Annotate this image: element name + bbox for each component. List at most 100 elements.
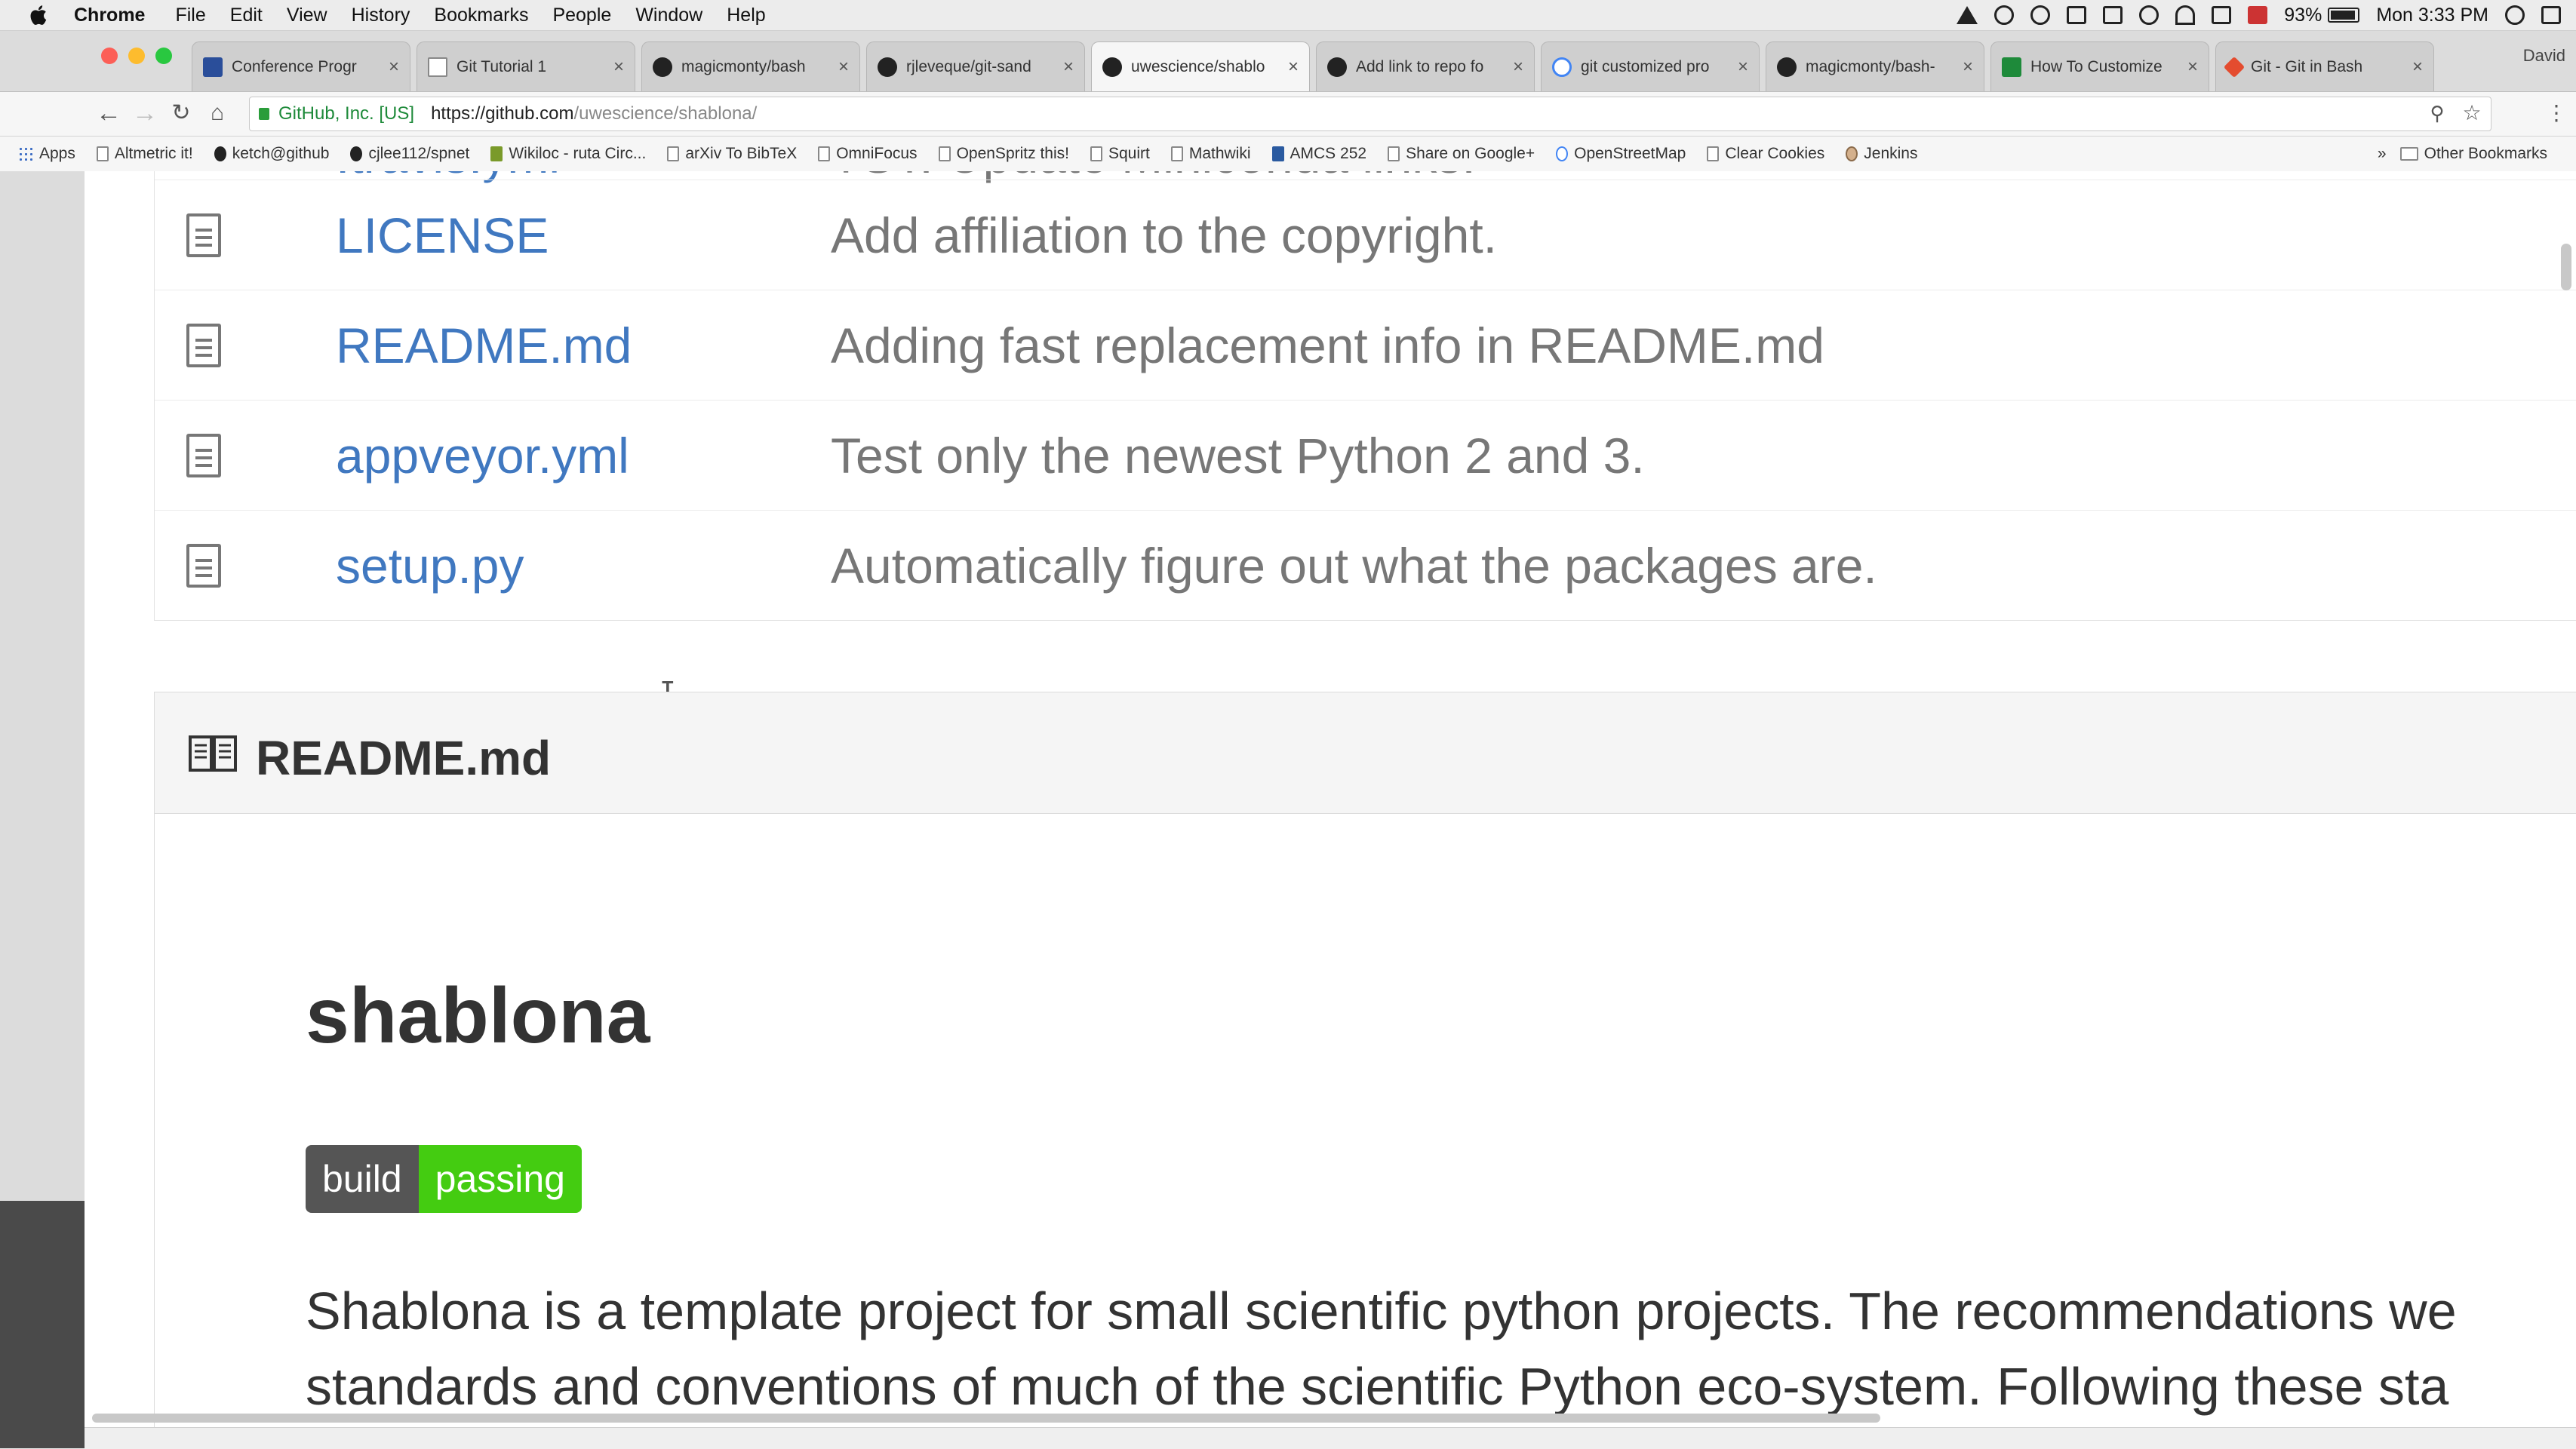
profile-button[interactable]: David	[2523, 46, 2565, 66]
tab-close-icon[interactable]: ×	[838, 57, 849, 78]
spotlight-search-icon[interactable]	[2505, 5, 2525, 25]
browser-tab[interactable]: magicmonty/bash- ×	[1766, 41, 1984, 91]
bookmark-item[interactable]: Wikiloc - ruta Circ...	[490, 145, 646, 163]
bookmark-label: OpenSpritz this!	[956, 145, 1069, 162]
bookmark-item[interactable]: ketch@github	[214, 145, 329, 163]
vertical-scrollbar[interactable]	[2561, 244, 2571, 290]
forward-arrow-icon[interactable]: →	[130, 98, 160, 128]
file-row[interactable]: .travis.yml TST: Update Miniconda links.	[155, 171, 2576, 183]
tab-close-icon[interactable]: ×	[389, 57, 399, 78]
github-icon	[214, 146, 226, 161]
flag-icon[interactable]	[2248, 6, 2268, 24]
browser-tab[interactable]: Conference Progr ×	[192, 41, 410, 91]
browser-tab[interactable]: rjleveque/git-sand ×	[866, 41, 1085, 91]
tab-close-icon[interactable]: ×	[1963, 57, 1973, 78]
zoom-window-button[interactable]	[155, 48, 172, 64]
zoom-icon[interactable]: ⚲	[2422, 98, 2452, 128]
volume-icon[interactable]	[2212, 6, 2232, 24]
wikiloc-icon	[490, 146, 503, 161]
window-bottom-edge	[85, 1427, 2576, 1449]
bookmark-item[interactable]: OmniFocus	[818, 145, 918, 163]
tab-close-icon[interactable]: ×	[1513, 57, 1523, 78]
bookmark-item[interactable]: Share on Google+	[1388, 145, 1535, 163]
file-name-link[interactable]: LICENSE	[336, 207, 549, 264]
menu-window[interactable]: Window	[635, 5, 702, 26]
bookmark-item[interactable]: OpenSpritz this!	[938, 145, 1069, 163]
browser-tab[interactable]: Git Tutorial 1 ×	[417, 41, 635, 91]
readme-panel: README.md shablona build passing Shablon…	[154, 692, 2576, 1427]
browser-tab-active[interactable]: uwescience/shablo ×	[1091, 41, 1310, 91]
drive-icon[interactable]	[1957, 6, 1978, 24]
chevron-double-right-icon[interactable]: »	[2378, 145, 2387, 163]
menu-history[interactable]: History	[352, 5, 410, 26]
bookmark-item[interactable]: Jenkins	[1846, 145, 1917, 163]
page-viewport[interactable]: .travis.yml TST: Update Miniconda links.…	[85, 171, 2576, 1427]
menu-help[interactable]: Help	[727, 5, 765, 26]
time-machine-icon[interactable]	[2139, 5, 2159, 25]
browser-tab[interactable]: Add link to repo fo ×	[1316, 41, 1535, 91]
bookmark-apps[interactable]: Apps	[18, 145, 75, 163]
bookmark-label: Clear Cookies	[1725, 145, 1825, 162]
minimize-window-button[interactable]	[128, 48, 145, 64]
bookmark-item[interactable]: arXiv To BibTeX	[667, 145, 797, 163]
tab-close-icon[interactable]: ×	[2412, 57, 2423, 78]
menu-edit[interactable]: Edit	[230, 5, 263, 26]
bookmark-star-icon[interactable]: ☆	[2457, 98, 2487, 128]
file-name-link[interactable]: appveyor.yml	[336, 427, 629, 484]
close-window-button[interactable]	[101, 48, 118, 64]
onepassword-icon[interactable]	[1994, 5, 2015, 25]
ev-certificate-label[interactable]: GitHub, Inc. [US]	[278, 103, 414, 124]
file-name-link[interactable]: setup.py	[336, 537, 524, 594]
shield-icon[interactable]	[2067, 6, 2087, 24]
timer-icon[interactable]	[2030, 5, 2051, 25]
tab-close-icon[interactable]: ×	[1738, 57, 1748, 78]
commit-message-link[interactable]: Adding fast replacement info in README.m…	[831, 317, 1824, 374]
commit-message-link[interactable]: Test only the newest Python 2 and 3.	[831, 427, 1645, 484]
google-icon	[1556, 146, 1569, 161]
bookmark-item[interactable]: Altmetric it!	[96, 145, 193, 163]
menu-bookmarks[interactable]: Bookmarks	[434, 5, 528, 26]
bookmark-item[interactable]: AMCS 252	[1271, 145, 1366, 163]
horizontal-scrollbar[interactable]	[92, 1414, 1880, 1423]
apple-menu-icon[interactable]	[27, 3, 51, 27]
file-row[interactable]: appveyor.yml Test only the newest Python…	[155, 400, 2576, 510]
airplay-icon[interactable]	[2103, 6, 2123, 24]
file-icon	[186, 433, 221, 477]
tab-close-icon[interactable]: ×	[613, 57, 624, 78]
file-row[interactable]: setup.py Automatically figure out what t…	[155, 510, 2576, 620]
browser-tab[interactable]: How To Customize ×	[1990, 41, 2209, 91]
bookmark-item[interactable]: Mathwiki	[1170, 145, 1251, 163]
file-name-link[interactable]: README.md	[336, 317, 632, 374]
browser-tab[interactable]: magicmonty/bash ×	[641, 41, 860, 91]
menu-app-name[interactable]: Chrome	[74, 5, 145, 26]
tab-close-icon[interactable]: ×	[1288, 57, 1299, 78]
browser-tab[interactable]: git customized pro ×	[1541, 41, 1760, 91]
tab-close-icon[interactable]: ×	[1063, 57, 1074, 78]
file-row[interactable]: README.md Adding fast replacement info i…	[155, 290, 2576, 400]
commit-message-link[interactable]: Add affiliation to the copyright.	[831, 207, 1497, 264]
battery-status[interactable]: 93%	[2284, 5, 2360, 26]
menu-view[interactable]: View	[287, 5, 327, 26]
bookmark-item[interactable]: Clear Cookies	[1707, 145, 1824, 163]
home-icon[interactable]: ⌂	[202, 98, 232, 128]
notification-center-icon[interactable]	[2541, 6, 2561, 24]
bookmark-item[interactable]: Squirt	[1090, 145, 1150, 163]
commit-message-link[interactable]: Automatically figure out what the packag…	[831, 537, 1877, 594]
back-arrow-icon[interactable]: ←	[94, 98, 124, 128]
github-icon	[350, 146, 363, 161]
menu-people[interactable]: People	[552, 5, 611, 26]
browser-tab[interactable]: Git - Git in Bash ×	[2215, 41, 2434, 91]
badge-label: build	[306, 1145, 419, 1213]
tab-close-icon[interactable]: ×	[2187, 57, 2198, 78]
chrome-menu-icon[interactable]: ⋮	[2541, 98, 2571, 128]
file-row[interactable]: LICENSE Add affiliation to the copyright…	[155, 180, 2576, 290]
reload-icon[interactable]: ↻	[166, 98, 196, 128]
bookmark-item[interactable]: cjlee112/spnet	[350, 145, 469, 163]
address-bar[interactable]: GitHub, Inc. [US] https://github.com /uw…	[249, 97, 2491, 131]
build-status-badge[interactable]: build passing	[306, 1145, 582, 1213]
menu-file[interactable]: File	[175, 5, 205, 26]
other-bookmarks-folder[interactable]: » Other Bookmarks	[2378, 145, 2547, 163]
wifi-icon[interactable]	[2175, 5, 2196, 25]
clock[interactable]: Mon 3:33 PM	[2376, 5, 2488, 26]
bookmark-item[interactable]: OpenStreetMap	[1556, 145, 1686, 163]
